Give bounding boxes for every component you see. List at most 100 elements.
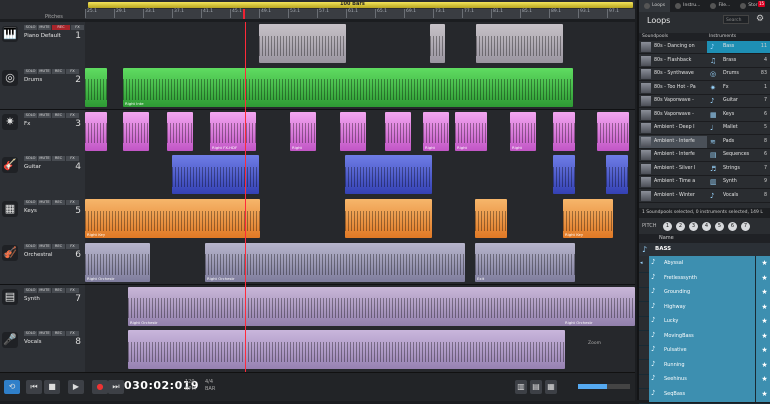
- keyboard-button[interactable]: ▦: [545, 380, 557, 394]
- instrument-item[interactable]: ♫ Brass 4: [707, 55, 770, 68]
- record-arm-button[interactable]: REC: [52, 112, 65, 118]
- fx-button[interactable]: FX: [66, 68, 79, 74]
- favorite-star-icon[interactable]: ★: [755, 357, 770, 373]
- soundpool-item[interactable]: 80s Vaporwave -: [639, 109, 707, 122]
- track-lane[interactable]: Right Orchestr Right Orchestr Exit: [85, 240, 635, 285]
- mute-button[interactable]: MUTE: [38, 156, 51, 162]
- audio-clip[interactable]: Right Key: [85, 199, 260, 238]
- violin-icon[interactable]: 🎻: [2, 244, 18, 261]
- soundpool-item[interactable]: Ambient - Silver I: [639, 163, 707, 176]
- view-mode-button[interactable]: ▥: [515, 380, 527, 394]
- solo-button[interactable]: SOLO: [24, 331, 37, 337]
- track-header[interactable]: 🎸 SOLO MUTE REC FX Guitar 4: [0, 153, 86, 197]
- audio-clip[interactable]: Exit: [475, 242, 575, 282]
- audio-clip[interactable]: Right Orchestr: [205, 242, 465, 282]
- drum-icon[interactable]: ◎: [2, 69, 18, 86]
- audio-clip[interactable]: [167, 111, 193, 151]
- soundpool-item[interactable]: 80s - Flashback: [639, 55, 707, 68]
- loop-toggle-button[interactable]: ⟲: [4, 380, 20, 394]
- record-arm-button[interactable]: REC: [52, 68, 65, 74]
- audio-clip[interactable]: [85, 67, 107, 107]
- record-arm-button[interactable]: REC: [52, 25, 70, 30]
- pitch-button[interactable]: 4: [702, 222, 711, 231]
- audio-clip[interactable]: [123, 111, 149, 151]
- track-lane[interactable]: [85, 22, 635, 66]
- pitch-button[interactable]: 3: [689, 222, 698, 231]
- solo-button[interactable]: SOLO: [24, 287, 37, 293]
- track-lane[interactable]: [85, 153, 635, 197]
- favorite-star-icon[interactable]: ★: [755, 386, 770, 402]
- forward-button[interactable]: ⏭: [108, 380, 124, 394]
- record-arm-button[interactable]: REC: [52, 156, 65, 162]
- favorite-star-icon[interactable]: ★: [755, 299, 770, 315]
- track-name[interactable]: Keys: [24, 208, 37, 214]
- audio-clip[interactable]: [606, 155, 628, 195]
- audio-clip[interactable]: [430, 24, 445, 63]
- track-lane[interactable]: Right FX-HDF Right Right Right Right: [85, 109, 635, 153]
- soundpool-item[interactable]: 80s - Synthwave: [639, 68, 707, 81]
- instrument-item[interactable]: ▥ Synth 9: [707, 176, 770, 189]
- audio-clip[interactable]: Right FX-HDF: [210, 111, 256, 151]
- favorite-star-icon[interactable]: ★: [755, 314, 770, 329]
- record-arm-button[interactable]: REC: [52, 331, 65, 337]
- fx-button[interactable]: FX: [66, 200, 79, 205]
- instrument-item[interactable]: ♪ Guitar 7: [707, 95, 770, 108]
- synth-icon[interactable]: ▤: [2, 288, 18, 305]
- solo-button[interactable]: SOLO: [24, 200, 37, 205]
- preview-icon[interactable]: ◂: [640, 260, 643, 266]
- audio-clip[interactable]: [128, 330, 565, 370]
- timeline-ruler[interactable]: 25.1 29.1 33.1 37.1 41.1 45.1 49.1 53.1 57.1 61.1…: [85, 9, 635, 19]
- track-header[interactable]: ▤ SOLO MUTE REC FX Synth 7: [0, 284, 86, 328]
- signature-display[interactable]: 4/4 BAR: [205, 379, 215, 393]
- fx-button[interactable]: FX: [66, 112, 79, 118]
- name-column-header[interactable]: Name: [639, 234, 770, 243]
- microphone-icon[interactable]: 🎤: [2, 332, 18, 349]
- mute-button[interactable]: MUTE: [38, 287, 51, 293]
- track-name[interactable]: Fx: [24, 121, 30, 127]
- track-name[interactable]: Drums: [24, 77, 42, 83]
- keys-icon[interactable]: ▦: [2, 201, 18, 217]
- track-header[interactable]: 🎻 SOLO MUTE REC FX Orchestral 6: [0, 240, 86, 285]
- instrument-item[interactable]: ♪ Vocals 8: [707, 190, 770, 203]
- soundpool-item[interactable]: Ambient - Deep I: [639, 122, 707, 135]
- track-name[interactable]: Orchestral: [24, 252, 53, 258]
- track-header[interactable]: ◎ SOLO MUTE REC FX Drums 2: [0, 65, 86, 110]
- master-volume-slider[interactable]: [578, 384, 630, 389]
- instrument-item[interactable]: ♬ Strings 7: [707, 163, 770, 176]
- gear-icon[interactable]: ⚙: [756, 14, 764, 24]
- track-lane[interactable]: Right Orchestr Right Orchestr: [85, 284, 635, 328]
- piano-icon[interactable]: 🎹: [2, 26, 18, 42]
- tab-loops[interactable]: Loops: [639, 0, 671, 12]
- solo-button[interactable]: SOLO: [24, 112, 37, 118]
- track-header[interactable]: 🎤 SOLO MUTE REC FX Vocals 8: [0, 328, 86, 372]
- soundpool-item[interactable]: Ambient - Time a: [639, 176, 707, 189]
- pitch-button[interactable]: 1: [663, 222, 672, 231]
- solo-button[interactable]: SOLO: [24, 68, 37, 74]
- tab-instru[interactable]: Instru...: [670, 0, 705, 12]
- track-lane[interactable]: [85, 328, 635, 372]
- instrument-item[interactable]: ♩ Mallet 5: [707, 122, 770, 135]
- audio-clip[interactable]: [476, 24, 563, 63]
- track-header[interactable]: 🎹 SOLO MUTE REC FX Piano Default 1: [0, 22, 86, 66]
- audio-clip[interactable]: [345, 155, 432, 195]
- fx-icon[interactable]: ✷: [2, 113, 18, 130]
- rewind-button[interactable]: ⏮: [26, 380, 42, 394]
- favorite-star-icon[interactable]: ★: [755, 285, 770, 300]
- audio-clip[interactable]: Right Key: [563, 199, 613, 238]
- audio-clip[interactable]: [345, 199, 432, 238]
- favorite-star-icon[interactable]: ★: [755, 343, 770, 358]
- audio-clip[interactable]: Right Orchestr: [563, 286, 635, 326]
- track-name[interactable]: Piano Default: [24, 33, 61, 39]
- solo-button[interactable]: SOLO: [24, 25, 37, 30]
- record-arm-button[interactable]: REC: [52, 243, 65, 249]
- soundpool-item[interactable]: 80s Vaporwave -: [639, 95, 707, 108]
- play-button[interactable]: ▶: [68, 380, 84, 394]
- favorite-star-icon[interactable]: ★: [755, 256, 770, 271]
- audio-clip[interactable]: Right: [455, 111, 487, 151]
- soundpools-column-header[interactable]: Soundpools: [642, 33, 668, 41]
- favorite-star-icon[interactable]: ★: [755, 328, 770, 344]
- track-header[interactable]: ▦ SOLO MUTE REC FX Keys 5: [0, 197, 86, 241]
- solo-button[interactable]: SOLO: [24, 243, 37, 249]
- soundpool-item[interactable]: Ambient - Winter: [639, 190, 707, 203]
- instrument-item[interactable]: ▤ Sequences 6: [707, 149, 770, 162]
